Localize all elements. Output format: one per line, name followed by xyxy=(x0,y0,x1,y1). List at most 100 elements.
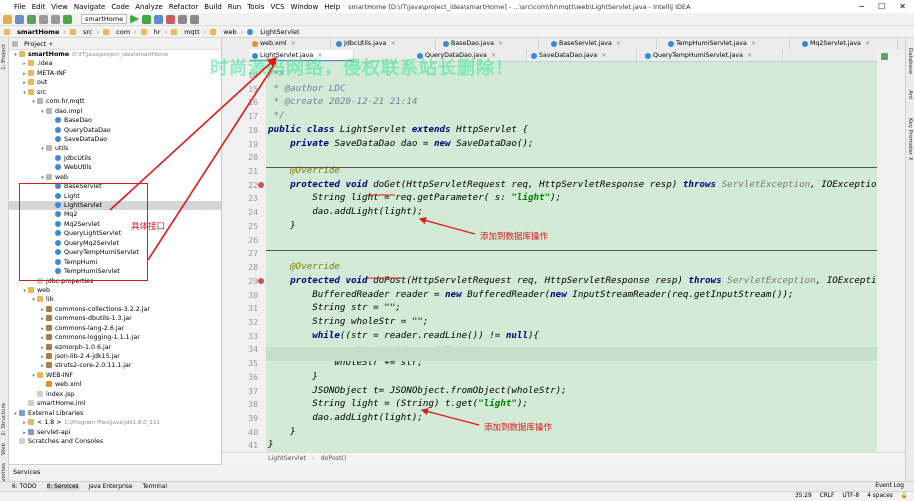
nav-crumb[interactable]: web xyxy=(223,28,236,36)
tree-item[interactable]: ▸ out xyxy=(9,78,221,87)
menu-build[interactable]: Build xyxy=(204,3,222,11)
close-tab-icon[interactable]: × xyxy=(390,40,395,47)
breadcrumb-class[interactable]: LightServlet xyxy=(268,455,306,462)
close-tab-icon[interactable]: × xyxy=(751,40,756,47)
back-icon[interactable] xyxy=(39,14,48,24)
menu-edit[interactable]: Edit xyxy=(32,3,46,11)
build-icon[interactable] xyxy=(63,14,72,24)
menu-navigate[interactable]: Navigate xyxy=(74,3,105,11)
project-structure-icon[interactable] xyxy=(178,14,188,24)
tree-item[interactable]: ▾ dao.impl xyxy=(9,107,221,116)
editor-tab[interactable]: TempHumiServlet.java × xyxy=(666,38,790,50)
tool-web[interactable]: Web xyxy=(1,443,7,455)
stop-icon[interactable] xyxy=(166,14,176,24)
tree-item[interactable]: ▸ commons-logging-1.1.1.jar xyxy=(9,333,221,342)
editor-tab[interactable]: QueryTempHumiServlet.java × xyxy=(643,50,783,61)
tool-database[interactable]: Database xyxy=(907,48,913,74)
tree-item[interactable]: ▸ servlet-api xyxy=(9,428,221,437)
tree-item[interactable]: ▾ com.hr.mqtt xyxy=(9,97,221,106)
tree-item[interactable]: ▸ commons-lang-2.6.jar xyxy=(9,324,221,333)
menu-vcs[interactable]: VCS xyxy=(270,3,284,11)
project-view-dropdown[interactable]: Project xyxy=(24,40,46,48)
editor-tab[interactable]: JdbcUtils.java × xyxy=(334,38,436,50)
tree-item[interactable]: ▸ ezmorph-1.0.6.jar xyxy=(9,343,221,352)
tree-item[interactable]: ▸ commons-dbutils-1.3.jar xyxy=(9,314,221,323)
event-log-button[interactable]: Event Log xyxy=(875,482,904,491)
menu-window[interactable]: Window xyxy=(291,3,319,11)
breadcrumb-method[interactable]: doPost() xyxy=(321,455,347,462)
tree-item[interactable]: JdbcUtils xyxy=(9,154,221,163)
tree-item[interactable]: ▸ struts2-core-2.0.11.1.jar xyxy=(9,361,221,370)
close-tab-icon[interactable]: × xyxy=(747,52,752,59)
coverage-icon[interactable] xyxy=(154,14,164,24)
bottom-tab[interactable]: Terminal xyxy=(142,484,167,490)
editor-tab[interactable]: web.xml × xyxy=(250,38,331,50)
editor-tab[interactable]: SaveDataDao.java × xyxy=(529,50,637,61)
close-tab-icon[interactable]: × xyxy=(865,40,870,47)
nav-crumb[interactable]: hr xyxy=(154,28,161,36)
tool-project[interactable]: 1: Project xyxy=(1,44,7,70)
tree-item[interactable]: ▾ web xyxy=(9,173,221,182)
tree-item[interactable]: smartHome.iml xyxy=(9,399,221,408)
menu-tools[interactable]: Tools xyxy=(247,3,264,11)
bottom-tab[interactable]: 6: TODO xyxy=(12,484,37,490)
editor-tab[interactable]: BaseServlet.java × xyxy=(549,38,657,50)
tree-item[interactable]: SaveDataDao xyxy=(9,135,221,144)
tree-item[interactable]: ▾ WEB-INF xyxy=(9,371,221,380)
search-icon[interactable] xyxy=(190,14,200,24)
bottom-tab[interactable]: 8: Services xyxy=(46,483,79,490)
tree-item[interactable]: ▸ json-lib-2.4-jdk15.jar xyxy=(9,352,221,361)
nav-crumb[interactable]: src xyxy=(83,28,93,36)
override-icon[interactable] xyxy=(258,277,264,284)
run-config-dropdown[interactable]: smartHome xyxy=(81,14,128,24)
sync-icon[interactable] xyxy=(27,14,36,24)
tree-item[interactable]: index.jsp xyxy=(9,390,221,399)
tree-item[interactable]: ▾ smartHome D:\IT\java\project_idea\smartH… xyxy=(9,50,221,59)
close-tab-icon[interactable]: × xyxy=(498,40,503,47)
nav-crumb[interactable]: mqtt xyxy=(184,28,200,36)
menu-view[interactable]: View xyxy=(51,3,68,11)
editor-scrollbar[interactable] xyxy=(877,50,905,452)
bottom-tab[interactable]: Java Enterprise xyxy=(89,484,133,490)
maximize-icon[interactable]: ☐ xyxy=(878,2,885,11)
open-folder-icon[interactable] xyxy=(3,14,12,24)
minimize-icon[interactable]: ─ xyxy=(859,2,864,11)
run-icon[interactable] xyxy=(130,14,140,24)
tree-item[interactable]: ▾ External Libraries xyxy=(9,409,221,418)
chevron-down-icon[interactable]: ▾ xyxy=(49,40,52,48)
menu-analyze[interactable]: Analyze xyxy=(135,3,163,11)
tree-item[interactable]: ▸ commons-collections-3.2.2.jar xyxy=(9,305,221,314)
menu-run[interactable]: Run xyxy=(228,3,241,11)
close-tab-icon[interactable]: × xyxy=(601,52,606,59)
tree-item[interactable]: ▸ .idea xyxy=(9,59,221,68)
tool-structure[interactable]: 2: Structure xyxy=(1,403,7,436)
debug-icon[interactable] xyxy=(142,14,152,24)
close-tab-icon[interactable]: × xyxy=(616,40,621,47)
menu-code[interactable]: Code xyxy=(111,3,129,11)
tree-item[interactable]: WebUtils xyxy=(9,163,221,172)
tree-item[interactable]: ▾ src xyxy=(9,88,221,97)
tree-item[interactable]: ▾ web xyxy=(9,286,221,295)
menu-refactor[interactable]: Refactor xyxy=(169,3,198,11)
code-editor[interactable]: /** * @author LDC * @create 2020-12-21 2… xyxy=(266,62,899,464)
tool-ant[interactable]: Ant xyxy=(907,90,913,99)
nav-crumb[interactable]: smartHome xyxy=(17,28,59,36)
editor-tab[interactable]: BaseDao.java × xyxy=(441,38,539,50)
tree-item[interactable]: web.xml xyxy=(9,380,221,389)
tree-item[interactable]: QueryDataDao xyxy=(9,126,221,135)
menu-file[interactable]: File xyxy=(14,3,26,11)
tree-item[interactable]: ▾ utils xyxy=(9,144,221,153)
close-icon[interactable]: ✕ xyxy=(899,2,906,11)
save-icon[interactable] xyxy=(15,14,24,24)
tree-item[interactable]: ▸ META-INF xyxy=(9,69,221,78)
override-icon[interactable] xyxy=(258,181,264,188)
tree-item[interactable]: BaseDao xyxy=(9,116,221,125)
nav-crumb[interactable]: com xyxy=(116,28,130,36)
tree-item[interactable]: Scratches and Consoles xyxy=(9,437,221,446)
editor-tab[interactable]: Mq2Servlet.java × xyxy=(800,38,898,50)
nav-crumb[interactable]: LightServlet xyxy=(260,28,299,36)
close-tab-icon[interactable]: × xyxy=(291,40,296,47)
tree-item[interactable]: ▾ lib xyxy=(9,295,221,304)
inspection-ok-icon[interactable] xyxy=(881,53,888,60)
menu-help[interactable]: Help xyxy=(324,3,340,11)
